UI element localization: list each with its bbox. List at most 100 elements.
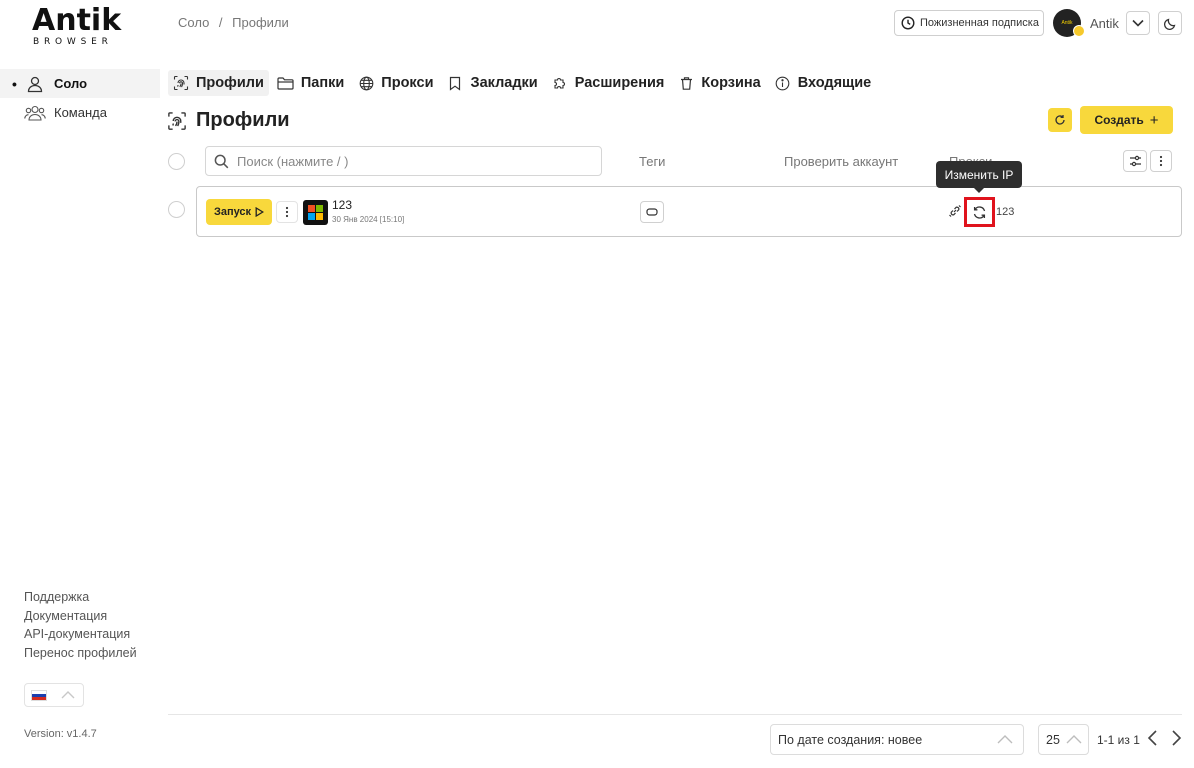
page-title: Профили [166,109,290,132]
star-badge-icon [1073,25,1085,37]
sidebar-nav: • Соло Команда [0,69,160,127]
row-checkbox[interactable] [168,201,185,218]
tag-icon [646,208,658,216]
antik-logo[interactable]: Antik BROWSER [32,6,128,48]
support-link[interactable]: Поддержка [24,588,137,607]
tab-profiles[interactable]: Профили [168,70,269,96]
search-box[interactable] [205,146,602,176]
tab-label: Расширения [574,75,665,91]
change-ip-button[interactable] [964,197,995,227]
sort-select[interactable]: По дате создания: новее [770,724,1024,755]
tab-proxy[interactable]: Прокси [353,70,438,96]
chevron-up-icon [1066,733,1082,748]
sidebar-item-team[interactable]: Команда [0,98,160,127]
column-settings-button[interactable] [1123,150,1147,172]
proxy-name: 123 [996,206,1015,218]
refresh-button[interactable] [1048,108,1072,132]
sidebar-links: Поддержка Документация API-документация … [24,588,137,662]
sidebar-item-label: Команда [54,105,107,120]
launch-button[interactable]: Запуск [206,199,272,225]
tab-label: Прокси [381,75,434,91]
plus-icon: + [1149,111,1159,129]
create-profile-button[interactable]: Создать + [1080,106,1173,134]
next-page-button[interactable] [1170,729,1182,750]
user-name[interactable]: Antik [1090,16,1119,31]
avatar-text: Antik [1061,20,1073,26]
more-vertical-icon [285,206,289,218]
moon-icon [1163,18,1175,30]
sidebar: Antik BROWSER • Соло Команда Поддержка Д… [0,0,160,768]
globe-icon [357,74,375,92]
row-more-button[interactable] [276,201,298,223]
active-dot: • [12,75,17,92]
footer-divider [168,714,1182,715]
tooltip-arrow [973,187,985,193]
trash-icon [677,74,695,92]
sidebar-item-label: Соло [54,76,88,91]
refresh-icon [1055,115,1065,125]
chevron-left-icon [1147,730,1157,746]
user-icon [24,74,46,94]
clock-icon [901,16,915,30]
tab-label: Корзина [701,75,761,91]
chevron-right-icon [1172,730,1182,746]
user-menu-button[interactable] [1126,11,1150,35]
breadcrumb: Соло / Профили [178,15,295,30]
breadcrumb-separator: / [218,15,223,30]
change-ip-tooltip: Изменить IP [936,161,1022,188]
breadcrumb-current: Профили [232,15,289,30]
per-page-value: 25 [1046,732,1060,747]
breadcrumb-root[interactable]: Соло [178,15,209,30]
search-input[interactable] [237,153,577,169]
profile-name[interactable]: 123 [332,198,352,212]
per-page-select[interactable]: 25 [1038,724,1089,755]
logo-main-text: Antik [32,3,122,38]
page-title-text: Профили [196,109,290,131]
table-more-button[interactable] [1150,150,1172,172]
chevron-up-icon [61,688,75,703]
api-docs-link[interactable]: API-документация [24,625,137,644]
sidebar-item-solo[interactable]: • Соло [0,69,160,98]
tab-label: Закладки [470,75,538,91]
chevron-down-icon [1132,19,1144,27]
proxy-connection-icon[interactable] [948,204,962,221]
tab-bookmarks[interactable]: Закладки [442,70,542,96]
theme-toggle-button[interactable] [1158,11,1182,35]
russian-flag-icon [31,689,47,701]
documentation-link[interactable]: Документация [24,607,137,626]
more-vertical-icon [1159,155,1163,167]
tab-label: Профили [196,75,264,91]
table-row: Запуск 123 30 Янв 2024 [15:10] 123 [196,186,1182,237]
profile-created-date: 30 Янв 2024 [15:10] [332,215,405,224]
tab-label: Входящие [797,75,872,91]
team-icon [24,103,46,123]
column-tags: Теги [639,154,666,169]
language-select[interactable] [24,683,84,707]
column-check-account: Проверить аккаунт [784,154,899,169]
fingerprint-icon [172,74,190,92]
fingerprint-icon [166,110,188,132]
add-tag-button[interactable] [640,201,664,223]
puzzle-icon [551,74,569,92]
lifetime-subscription-button[interactable]: Пожизненная подписка [894,10,1044,36]
info-icon [774,74,792,92]
tab-label: Папки [300,75,345,91]
sort-value: По дате создания: новее [778,732,923,747]
refresh-icon [973,205,986,219]
previous-page-button[interactable] [1147,729,1159,750]
tab-folders[interactable]: Папки [273,70,349,96]
main-tabs: Профили Папки Прокси Закладки Расширения… [168,70,880,96]
pagination-info: 1-1 из 1 [1097,733,1140,747]
tab-extensions[interactable]: Расширения [547,70,670,96]
logo-sub-text: BROWSER [33,37,113,47]
tab-inbox[interactable]: Входящие [770,70,877,96]
play-icon [255,207,265,217]
sliders-icon [1129,155,1141,167]
create-label: Создать [1094,113,1144,127]
transfer-profiles-link[interactable]: Перенос профилей [24,644,137,663]
tab-trash[interactable]: Корзина [673,70,765,96]
search-icon [214,154,229,168]
chevron-up-icon [997,733,1013,748]
windows-icon [303,200,328,225]
select-all-checkbox[interactable] [168,153,185,170]
